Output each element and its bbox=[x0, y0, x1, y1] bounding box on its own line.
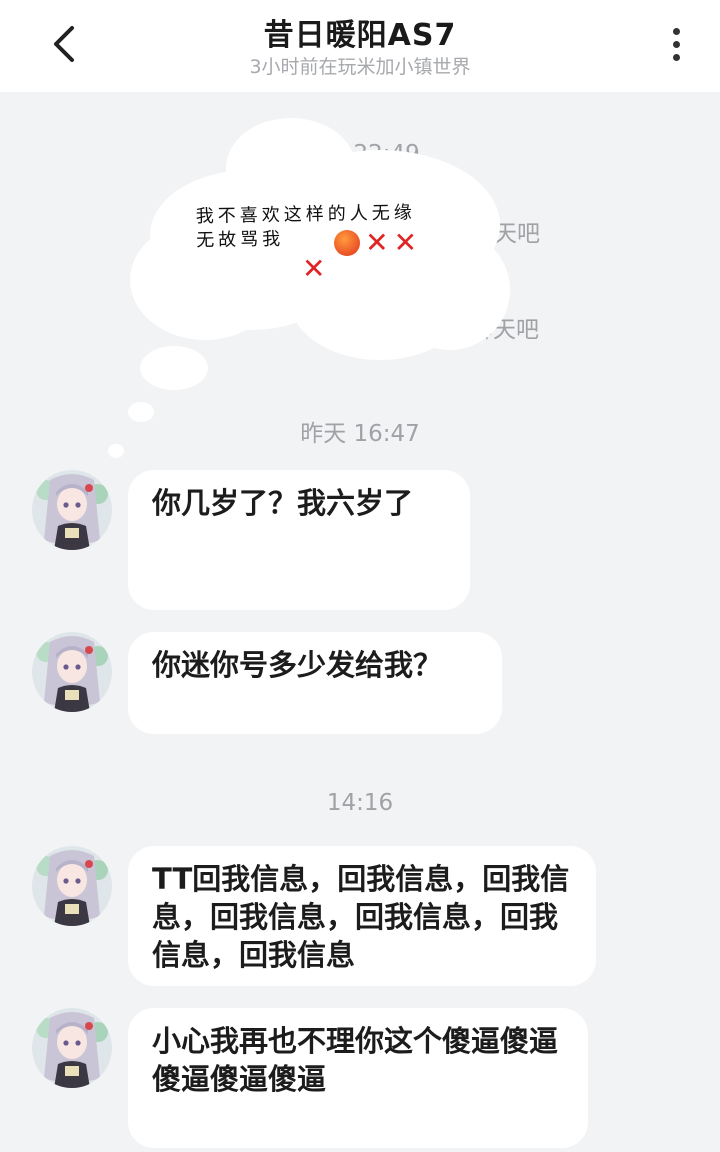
more-options-button[interactable] bbox=[660, 20, 692, 68]
avatar-anime-girl-icon bbox=[32, 846, 112, 926]
cross-mark-icon: ✕ bbox=[302, 252, 326, 285]
avatar-anime-girl-icon bbox=[32, 1008, 112, 1088]
faded-message-text: 天吧 bbox=[494, 221, 540, 247]
sticker-emojis-row2: ✕ bbox=[302, 255, 325, 283]
avatar[interactable] bbox=[32, 470, 112, 550]
cross-mark-icon: ✕ bbox=[393, 226, 418, 259]
chat-header: 昔日暖阳AS7 3小时前在玩米加小镇世界 bbox=[0, 0, 720, 92]
sticker-emojis: ✕ ✕ bbox=[334, 226, 418, 259]
avatar-anime-girl-icon bbox=[32, 632, 112, 712]
timestamp: 14:16 bbox=[326, 790, 394, 816]
message-bubble[interactable]: 小心我再也不理你这个傻逼傻逼傻逼傻逼傻逼 bbox=[128, 1008, 588, 1148]
avatar[interactable] bbox=[32, 846, 112, 926]
cross-mark-icon: ✕ bbox=[365, 226, 389, 259]
avatar[interactable] bbox=[32, 1008, 112, 1088]
message-bubble[interactable]: TT回我信息，回我信息，回我信息，回我信息，回我信息，回我信息，回我信息 bbox=[128, 846, 596, 986]
message-bubble[interactable]: 你几岁了？我六岁了 bbox=[128, 470, 470, 610]
more-vertical-icon bbox=[672, 27, 680, 35]
avatar[interactable] bbox=[32, 632, 112, 712]
avatar-anime-girl-icon bbox=[32, 470, 112, 550]
presence-status: 3小时前在玩米加小镇世界 bbox=[249, 56, 471, 78]
chat-title: 昔日暖阳AS7 bbox=[263, 18, 457, 53]
timestamp: 昨天 16:47 bbox=[300, 421, 420, 447]
angry-face-icon bbox=[334, 230, 360, 256]
message-bubble[interactable]: 你迷你号多少发给我？ bbox=[128, 632, 502, 734]
